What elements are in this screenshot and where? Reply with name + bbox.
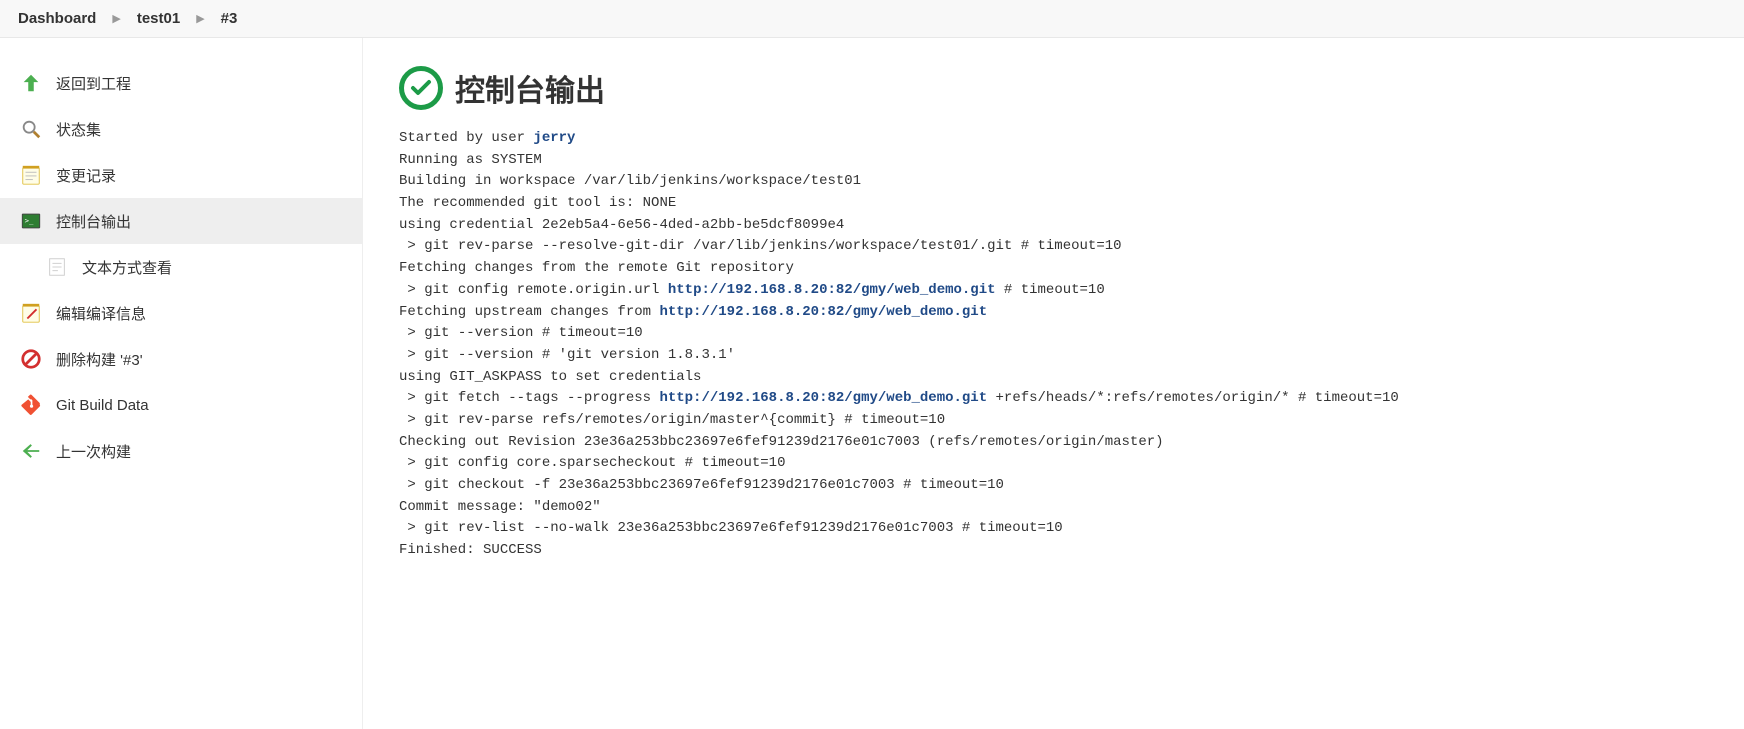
- console-line: > git --version # 'git version 1.8.3.1': [399, 347, 735, 363]
- console-text: > git config remote.origin.url: [399, 282, 668, 298]
- document-icon: [46, 256, 68, 278]
- page-title-row: 控制台输出: [399, 66, 1708, 110]
- sidebar-item-label: 返回到工程: [56, 73, 131, 94]
- console-user-link[interactable]: jerry: [533, 130, 575, 146]
- console-url-link[interactable]: http://192.168.8.20:82/gmy/web_demo.git: [659, 304, 987, 320]
- console-text: # timeout=10: [996, 282, 1105, 298]
- sidebar-item-status[interactable]: 状态集: [0, 106, 362, 152]
- console-output: Started by user jerry Running as SYSTEM …: [399, 128, 1708, 562]
- console-line: > git rev-parse --resolve-git-dir /var/l…: [399, 238, 1122, 254]
- console-text: > git fetch --tags --progress: [399, 390, 659, 406]
- sidebar-item-git-data[interactable]: Git Build Data: [0, 382, 362, 428]
- sidebar-item-label: Git Build Data: [56, 397, 149, 414]
- console-url-link[interactable]: http://192.168.8.20:82/gmy/web_demo.git: [659, 390, 987, 406]
- console-line: > git config core.sparsecheckout # timeo…: [399, 455, 785, 471]
- sidebar-item-label: 文本方式查看: [82, 257, 172, 278]
- console-line: > git rev-list --no-walk 23e36a253bbc236…: [399, 520, 1063, 536]
- sidebar-item-edit-build[interactable]: 编辑编译信息: [0, 290, 362, 336]
- sidebar-item-changes[interactable]: 变更记录: [0, 152, 362, 198]
- success-check-icon: [399, 66, 443, 110]
- sidebar-item-label: 控制台输出: [56, 211, 131, 232]
- breadcrumb-job[interactable]: test01: [137, 10, 180, 27]
- main-content: 控制台输出 Started by user jerry Running as S…: [363, 38, 1744, 729]
- console-line: Fetching changes from the remote Git rep…: [399, 260, 794, 276]
- page-title: 控制台输出: [455, 66, 605, 110]
- console-url-link[interactable]: http://192.168.8.20:82/gmy/web_demo.git: [668, 282, 996, 298]
- terminal-icon: >_: [20, 210, 42, 232]
- sidebar-item-console[interactable]: >_ 控制台输出: [0, 198, 362, 244]
- console-line: > git checkout -f 23e36a253bbc23697e6fef…: [399, 477, 1004, 493]
- breadcrumb: Dashboard ▶ test01 ▶ #3: [0, 0, 1744, 38]
- git-icon: [20, 394, 42, 416]
- notepad-icon: [20, 164, 42, 186]
- breadcrumb-dashboard[interactable]: Dashboard: [18, 10, 96, 27]
- breadcrumb-build[interactable]: #3: [221, 10, 238, 27]
- arrow-up-icon: [20, 72, 42, 94]
- sidebar-item-delete-build[interactable]: 删除构建 '#3': [0, 336, 362, 382]
- console-line: The recommended git tool is: NONE: [399, 195, 676, 211]
- sidebar-item-label: 删除构建 '#3': [56, 349, 143, 370]
- sidebar-item-prev-build[interactable]: 上一次构建: [0, 428, 362, 474]
- console-line: > git rev-parse refs/remotes/origin/mast…: [399, 412, 945, 428]
- chevron-right-icon: ▶: [112, 12, 120, 25]
- sidebar-item-label: 上一次构建: [56, 441, 131, 462]
- console-line: Running as SYSTEM: [399, 152, 542, 168]
- console-line: using credential 2e2eb5a4-6e56-4ded-a2bb…: [399, 217, 844, 233]
- console-line: using GIT_ASKPASS to set credentials: [399, 369, 710, 385]
- svg-text:>_: >_: [25, 216, 34, 225]
- sidebar-item-back[interactable]: 返回到工程: [0, 60, 362, 106]
- sidebar-item-label: 变更记录: [56, 165, 116, 186]
- console-text: Fetching upstream changes from: [399, 304, 659, 320]
- console-line: Checking out Revision 23e36a253bbc23697e…: [399, 434, 1164, 450]
- search-icon: [20, 118, 42, 140]
- arrow-left-icon: [20, 440, 42, 462]
- console-text: +refs/heads/*:refs/remotes/origin/* # ti…: [987, 390, 1399, 406]
- console-text: Started by user: [399, 130, 533, 146]
- sidebar-item-plaintext[interactable]: 文本方式查看: [0, 244, 362, 290]
- chevron-right-icon: ▶: [196, 12, 204, 25]
- console-line: Finished: SUCCESS: [399, 542, 542, 558]
- sidebar-item-label: 编辑编译信息: [56, 303, 146, 324]
- sidebar-item-label: 状态集: [56, 119, 101, 140]
- console-line: > git --version # timeout=10: [399, 325, 643, 341]
- prohibited-icon: [20, 348, 42, 370]
- console-line: Commit message: "demo02": [399, 499, 601, 515]
- console-line: Building in workspace /var/lib/jenkins/w…: [399, 173, 861, 189]
- notepad-edit-icon: [20, 302, 42, 324]
- sidebar: 返回到工程 状态集 变更记录 >_ 控制台输出 文本方式查看: [0, 38, 363, 729]
